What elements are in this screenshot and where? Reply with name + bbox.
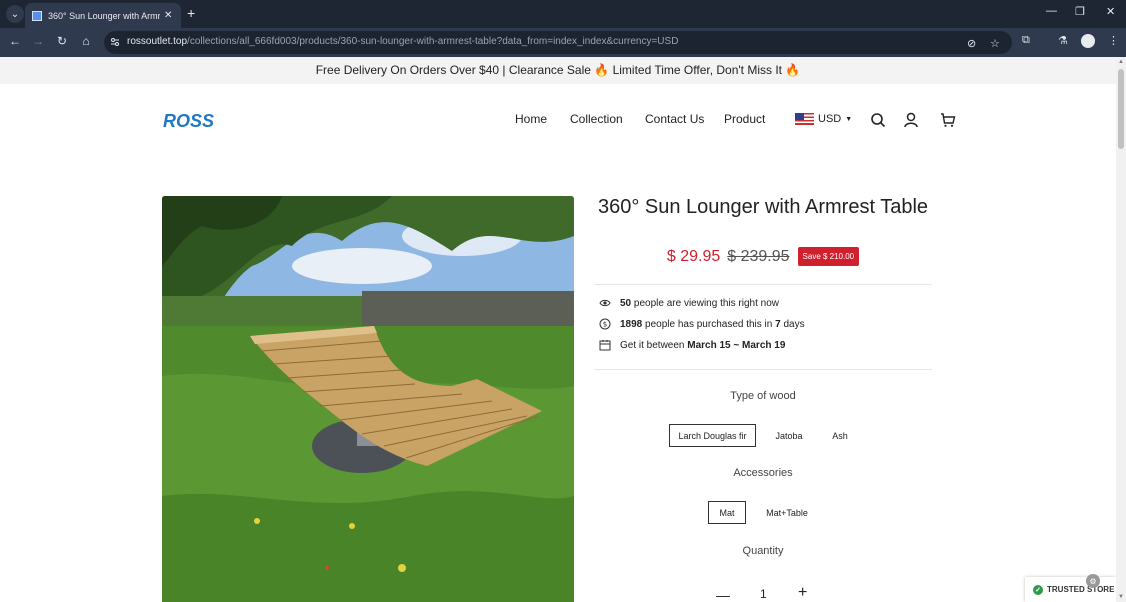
scrollbar-thumb[interactable]: [1118, 69, 1124, 149]
calendar-icon: [599, 340, 611, 351]
trusted-store-badge[interactable]: ✓ TRUSTED STORE: [1025, 577, 1116, 602]
currency-selector[interactable]: USD ▼: [795, 113, 852, 125]
us-flag-icon: [795, 113, 814, 125]
eye-icon: [599, 299, 611, 307]
sale-price: $ 29.95: [666, 247, 721, 265]
wood-type-label: Type of wood: [730, 390, 796, 402]
currency-label: USD: [818, 113, 842, 125]
price-row: $ 29.95 $ 239.95 Save $ 210.00: [594, 247, 932, 266]
labs-icon[interactable]: ⚗: [1058, 34, 1068, 47]
browser-toolbar: ← → ↻ ⌂ rossoutlet.top/collections/all_6…: [0, 28, 1126, 57]
account-icon[interactable]: [903, 112, 919, 128]
settings-float-icon[interactable]: ⚙: [1086, 574, 1100, 588]
viewing-info: 50 people are viewing this right now: [599, 297, 779, 309]
favicon-icon: [32, 10, 42, 21]
wood-option-ash[interactable]: Ash: [826, 424, 854, 447]
trusted-store-label: TRUSTED STORE: [1047, 585, 1115, 594]
tab-close-icon[interactable]: ✕: [164, 10, 172, 21]
accessory-option-mat-table[interactable]: Mat+Table: [760, 501, 814, 524]
tab-title: 360° Sun Lounger with Armrest: [48, 10, 160, 21]
site-logo[interactable]: ROSS: [163, 111, 214, 132]
cart-icon[interactable]: [940, 112, 956, 128]
site-info-icon[interactable]: [110, 37, 120, 47]
quantity-value[interactable]: 1: [760, 587, 767, 601]
quantity-increase-button[interactable]: +: [798, 584, 807, 602]
star-icon[interactable]: ☆: [990, 37, 1000, 50]
address-bar[interactable]: rossoutlet.top/collections/all_666fd003/…: [104, 31, 1012, 54]
home-icon[interactable]: ⌂: [78, 34, 94, 48]
browser-tab[interactable]: 360° Sun Lounger with Armrest ✕: [25, 3, 181, 28]
divider: [594, 369, 932, 370]
tab-search-icon[interactable]: ⌄: [6, 5, 24, 23]
browser-tab-bar: ⌄ 360° Sun Lounger with Armrest ✕ + — ❐ …: [0, 0, 1126, 28]
scroll-down-icon[interactable]: ▼: [1118, 594, 1124, 600]
announcement-text-2: Limited Time Offer, Don't Miss It: [612, 63, 783, 77]
dollar-circle-icon: $: [599, 318, 611, 330]
accessory-option-mat[interactable]: Mat: [708, 501, 746, 524]
save-badge: Save $ 210.00: [797, 247, 860, 266]
divider: [594, 284, 932, 285]
svg-text:$: $: [603, 321, 607, 329]
minimize-icon[interactable]: —: [1046, 5, 1057, 17]
quantity-label: Quantity: [742, 545, 784, 557]
caret-down-icon: ▼: [845, 115, 853, 123]
url-text: rossoutlet.top/collections/all_666fd003/…: [127, 36, 679, 47]
compare-price: $ 239.95: [727, 247, 790, 265]
extensions-icon[interactable]: ⧉: [1022, 34, 1030, 47]
nav-home[interactable]: Home: [515, 112, 547, 126]
maximize-icon[interactable]: ❐: [1075, 5, 1085, 18]
close-window-icon[interactable]: ✕: [1106, 5, 1115, 18]
menu-icon[interactable]: ⋮: [1108, 34, 1119, 47]
fire-icon: 🔥: [785, 63, 801, 77]
announcement-bar: Free Delivery On Orders Over $40 | Clear…: [0, 57, 1116, 84]
search-icon[interactable]: [870, 112, 886, 128]
profile-icon[interactable]: [1081, 34, 1095, 48]
shield-check-icon: ✓: [1033, 584, 1043, 595]
accessories-label: Accessories: [733, 467, 793, 479]
purchased-info: $ 1898 people has purchased this in 7 da…: [599, 318, 805, 330]
new-tab-button[interactable]: +: [187, 5, 195, 21]
product-title: 360° Sun Lounger with Armrest Table: [597, 196, 929, 218]
announcement-text-1: Free Delivery On Orders Over $40 | Clear…: [315, 63, 591, 77]
nav-product[interactable]: Product: [724, 112, 765, 126]
wood-option-larch[interactable]: Larch Douglas fir: [669, 424, 756, 447]
eye-off-icon[interactable]: ⊘: [967, 37, 976, 50]
page-scrollbar[interactable]: ▲ ▼: [1116, 57, 1126, 602]
web-page: Free Delivery On Orders Over $40 | Clear…: [0, 57, 1116, 602]
quantity-decrease-button[interactable]: —: [716, 587, 730, 602]
nav-collection[interactable]: Collection: [570, 112, 623, 126]
scroll-up-icon[interactable]: ▲: [1118, 59, 1124, 65]
nav-contact-us[interactable]: Contact Us: [645, 112, 704, 126]
delivery-info: Get it between March 15 ~ March 19: [599, 339, 785, 351]
wood-option-jatoba[interactable]: Jatoba: [770, 424, 808, 447]
back-icon[interactable]: ←: [7, 34, 23, 48]
reload-icon[interactable]: ↻: [54, 34, 70, 48]
fire-icon: 🔥: [594, 63, 610, 77]
product-image[interactable]: [162, 196, 574, 602]
forward-icon[interactable]: →: [30, 34, 46, 48]
